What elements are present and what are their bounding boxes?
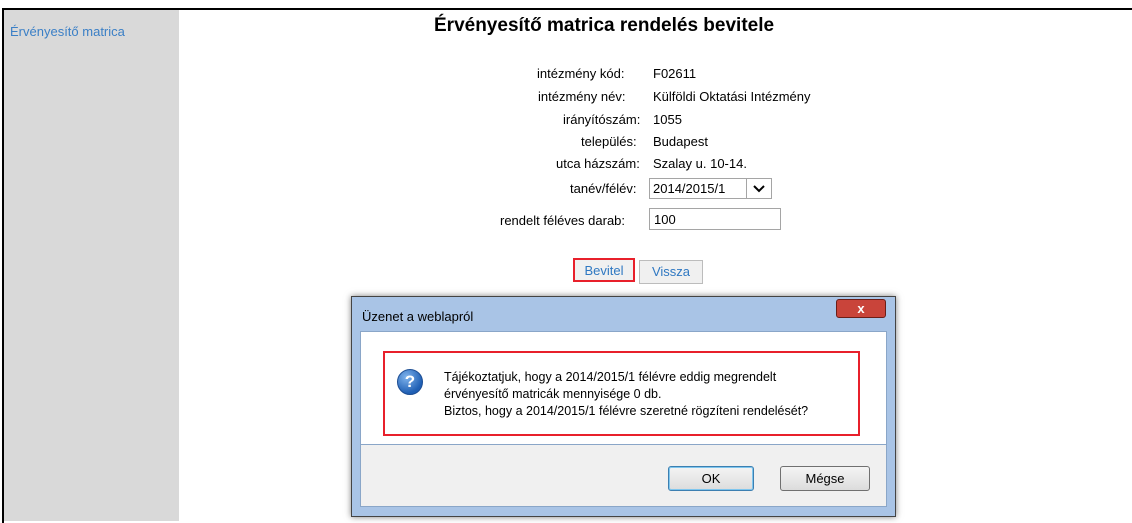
info-label: település: — [581, 134, 637, 149]
message-dialog: Üzenet a weblapról x OK Mégse ? Tájékozt… — [351, 296, 896, 517]
dialog-close-button[interactable]: x — [836, 299, 886, 318]
info-value: 1055 — [653, 112, 682, 127]
message-line: Tájékoztatjuk, hogy a 2014/2015/1 félévr… — [444, 370, 777, 384]
sidebar-link-matrica[interactable]: Érvényesítő matrica — [10, 24, 125, 39]
info-label: intézmény név: — [538, 89, 626, 104]
info-value: Külföldi Oktatási Intézmény — [653, 89, 811, 104]
question-icon: ? — [397, 369, 423, 395]
info-value: Szalay u. 10-14. — [653, 156, 747, 171]
close-icon: x — [857, 301, 865, 316]
semester-label: tanév/félév: — [570, 181, 637, 196]
page-title: Érvényesítő matrica rendelés bevitele — [434, 15, 775, 36]
quantity-input[interactable] — [649, 208, 781, 230]
info-value: F02611 — [653, 66, 697, 81]
cancel-button[interactable]: Mégse — [780, 466, 870, 491]
info-label: intézmény kód: — [537, 66, 625, 81]
back-button[interactable]: Vissza — [639, 260, 703, 284]
dialog-footer: OK Mégse — [360, 445, 887, 507]
submit-button[interactable]: Bevitel — [573, 258, 635, 282]
info-label: utca házszám: — [556, 156, 640, 171]
message-line: érvényesítő matricák mennyisége 0 db. — [444, 387, 662, 401]
dialog-title: Üzenet a weblapról — [362, 309, 474, 324]
semester-selected-value: 2014/2015/1 — [653, 181, 726, 196]
info-value: Budapest — [653, 134, 708, 149]
quantity-label: rendelt féléves darab: — [500, 213, 626, 228]
message-line: Biztos, hogy a 2014/2015/1 félévre szere… — [444, 404, 809, 418]
ok-button[interactable]: OK — [668, 466, 754, 491]
sidebar: Érvényesítő matrica — [4, 10, 179, 521]
chevron-down-icon[interactable] — [746, 179, 771, 198]
semester-select[interactable]: 2014/2015/1 — [649, 178, 772, 199]
info-label: irányítószám: — [563, 112, 641, 127]
